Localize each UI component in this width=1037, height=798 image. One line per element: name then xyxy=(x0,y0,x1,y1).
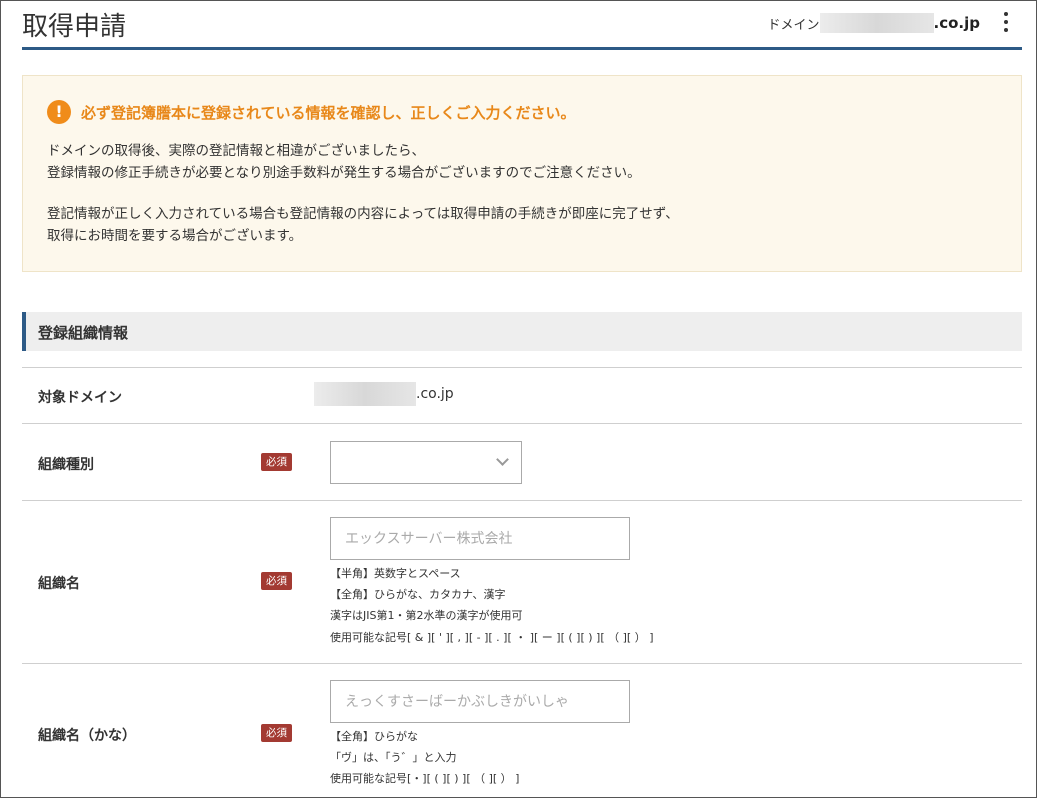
header-domain: ドメイン .co.jp xyxy=(767,13,980,33)
notice-paragraph-1: ドメインの取得後、実際の登記情報と相違がございましたら、 登録情報の修正手続きが… xyxy=(47,140,641,184)
notice-p2-line1: 登記情報が正しく入力されている場合も登記情報の内容によっては取得申請の手続きが即… xyxy=(47,206,679,222)
org-name-label: 組織名 xyxy=(38,576,80,592)
target-domain-suffix: .co.jp xyxy=(416,386,454,402)
notice-paragraph-2: 登記情報が正しく入力されている場合も登記情報の内容によっては取得申請の手続きが即… xyxy=(47,203,679,247)
row-target-domain: 対象ドメイン .co.jp xyxy=(22,367,1022,423)
header-domain-suffix: .co.jp xyxy=(933,14,980,32)
org-name-hint-3: 漢字はJIS第1・第2水準の漢字が使用可 xyxy=(330,609,523,622)
required-badge: 必須 xyxy=(261,724,292,742)
target-domain-value: .co.jp xyxy=(314,382,454,406)
notice-heading: ! 必ず登記簿謄本に登録されている情報を確認し、正しくご入力ください。 xyxy=(47,100,576,124)
org-type-select[interactable] xyxy=(330,441,522,484)
org-name-hint-1: 【半角】英数字とスペース xyxy=(330,567,461,580)
section-header: 登録組織情報 xyxy=(22,312,1022,351)
kebab-menu-icon[interactable] xyxy=(1002,12,1010,36)
org-name-input[interactable] xyxy=(330,517,630,560)
notice-title: 必ず登記簿謄本に登録されている情報を確認し、正しくご入力ください。 xyxy=(81,103,576,122)
row-org-name-kana: 組織名（かな） 必須 【全角】ひらがな 「ヴ」は、「う゛」と入力 使用可能な記号… xyxy=(22,663,1022,798)
redacted-domain-name xyxy=(314,382,416,406)
notice-p1-line1: ドメインの取得後、実際の登記情報と相違がございましたら、 xyxy=(47,143,425,159)
row-org-type: 組織種別 必須 xyxy=(22,423,1022,500)
required-badge: 必須 xyxy=(261,453,292,471)
org-name-kana-label: 組織名（かな） xyxy=(38,728,136,744)
warning-notice: ! 必ず登記簿謄本に登録されている情報を確認し、正しくご入力ください。 ドメイン… xyxy=(22,75,1022,272)
org-type-label: 組織種別 xyxy=(38,457,94,473)
org-name-kana-hint-3: 使用可能な記号[・][ ( ][ ) ][ （ ][ ） ] xyxy=(330,772,520,785)
target-domain-label: 対象ドメイン xyxy=(38,390,122,406)
org-name-kana-input[interactable] xyxy=(330,680,630,723)
org-name-hint-4: 使用可能な記号[ & ][ ' ][ , ][ - ][ . ][ ・ ][ ー… xyxy=(330,631,654,644)
exclamation-icon: ! xyxy=(47,100,71,124)
org-name-kana-hint-1: 【全角】ひらがな xyxy=(330,730,418,743)
row-org-name: 組織名 必須 【半角】英数字とスペース 【全角】ひらがな、カタカナ、漢字 漢字は… xyxy=(22,500,1022,663)
page-header: 取得申請 ドメイン .co.jp xyxy=(22,0,1022,50)
chevron-down-icon xyxy=(496,453,509,466)
org-name-kana-hint-2: 「ヴ」は、「う゛」と入力 xyxy=(330,751,457,764)
org-name-hint-2: 【全角】ひらがな、カタカナ、漢字 xyxy=(330,588,506,601)
section-title: 登録組織情報 xyxy=(38,324,129,342)
header-domain-label: ドメイン xyxy=(767,17,820,33)
notice-p2-line2: 取得にお時間を要する場合がございます。 xyxy=(47,228,303,244)
notice-p1-line2: 登録情報の修正手続きが必要となり別途手数料が発生する場合がございますのでご注意く… xyxy=(47,165,641,181)
redacted-domain-name xyxy=(819,13,934,33)
required-badge: 必須 xyxy=(261,572,292,590)
page-title: 取得申請 xyxy=(22,12,127,42)
